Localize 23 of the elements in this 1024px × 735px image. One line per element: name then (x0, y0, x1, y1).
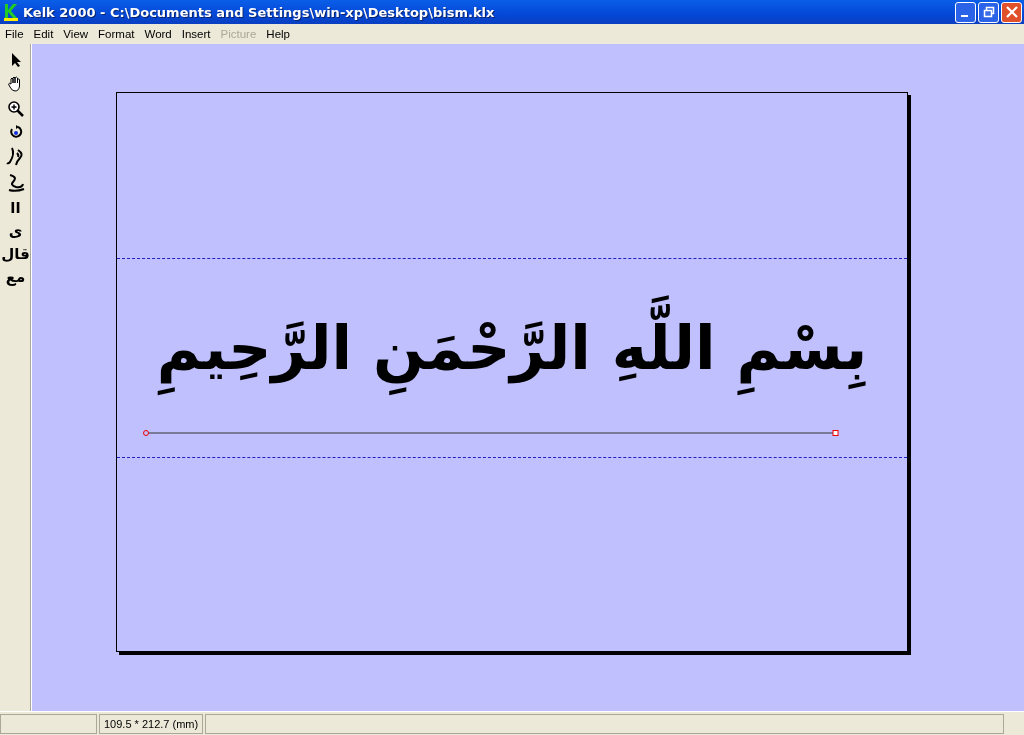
menu-item[interactable]: View (58, 28, 94, 40)
menu-item[interactable]: Format (93, 28, 140, 40)
glyph-tool[interactable]: ی (8, 223, 23, 239)
menu-item[interactable]: Edit (28, 28, 59, 40)
minimize-icon (960, 15, 968, 17)
zoom-in-icon[interactable] (6, 100, 25, 118)
menu-item[interactable]: Insert (176, 28, 216, 40)
status-pane: 109.5 * 212.7 (mm) (99, 714, 204, 734)
calligraphy-text: بِسْمِ اللَّهِ الرَّحْمَنِ الرَّحِيمِ (152, 287, 872, 409)
menu-item[interactable]: Help (261, 28, 295, 40)
glyph-tool[interactable]: اا (10, 200, 21, 216)
close-button[interactable] (1001, 1, 1022, 23)
minimize-button[interactable] (955, 1, 976, 23)
window-title: Kelk 2000 - C:\Documents and Settings\win-xp\Desktop\bism.klx (23, 4, 496, 20)
menu-item[interactable]: Word (139, 28, 177, 40)
restore-icon (982, 6, 995, 18)
menu-item[interactable]: File (0, 28, 29, 40)
glyph-tool[interactable]: قال (1, 246, 30, 262)
rotate-icon[interactable] (8, 125, 23, 139)
glyph-tool[interactable]: مع (5, 269, 26, 285)
close-icon (1005, 6, 1018, 18)
restore-button[interactable] (978, 1, 999, 23)
app-logo-icon (3, 3, 19, 21)
